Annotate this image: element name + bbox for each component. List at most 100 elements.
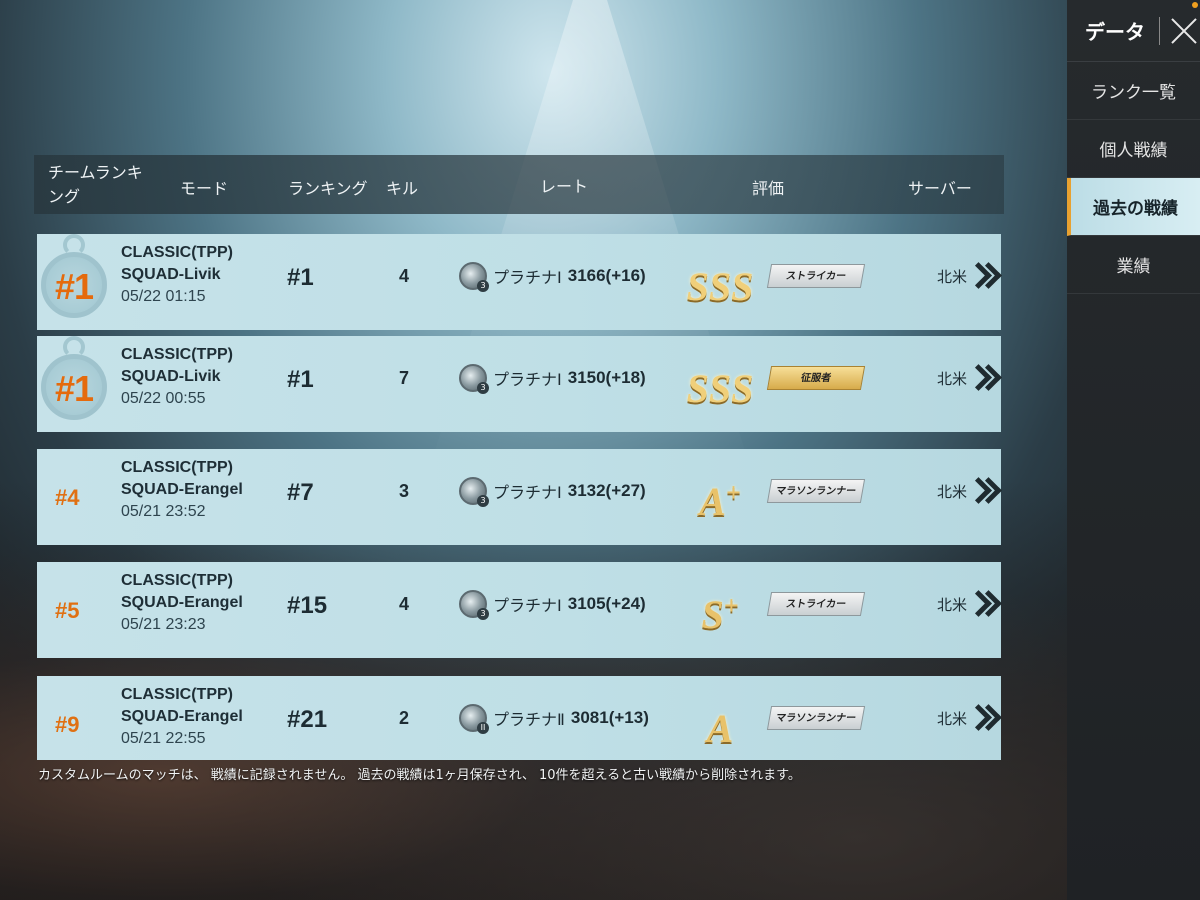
team-rank: #1 xyxy=(54,266,94,307)
server: 北米 xyxy=(937,268,968,286)
grade-icon: S+ xyxy=(677,578,763,643)
tier-name: プラチナⅠ xyxy=(493,483,562,502)
rate-score: 3150(+18) xyxy=(567,368,646,387)
kills: 4 xyxy=(399,266,410,286)
grade-icon: A xyxy=(677,692,763,757)
ranking: #1 xyxy=(287,366,314,393)
kills: 2 xyxy=(399,708,410,728)
grade-plus: + xyxy=(725,478,741,507)
header-divider xyxy=(1159,16,1160,45)
chevron-right-icon[interactable] xyxy=(969,590,999,618)
rate-score: 3105(+24) xyxy=(567,594,646,613)
platinum-tier-icon: 3 xyxy=(459,364,489,394)
kills: 3 xyxy=(399,481,410,501)
mode-info: CLASSIC(TPP) SQUAD-Erangel 05/21 22:55 xyxy=(121,684,243,750)
tier-level: 3 xyxy=(477,608,489,620)
grade-letter: A xyxy=(706,706,734,751)
chevron-right-icon[interactable] xyxy=(969,704,999,732)
server: 北米 xyxy=(937,370,968,388)
match-row[interactable]: #1 CLASSIC(TPP) SQUAD-Livik 05/22 00:55 … xyxy=(37,336,1001,432)
grade-icon: SSS xyxy=(677,352,763,417)
title-badge: ストライカー xyxy=(766,264,866,288)
ranking: #1 xyxy=(287,264,314,291)
mode-info: CLASSIC(TPP) SQUAD-Livik 05/22 01:15 xyxy=(121,242,233,308)
data-sidebar: データ ランク一覧 個人戦績 過去の戦績 業績 xyxy=(1067,0,1200,900)
match-date: 05/21 22:55 xyxy=(121,730,206,747)
grade-letter: A xyxy=(699,479,726,524)
match-date: 05/21 23:23 xyxy=(121,616,206,633)
header-kills: キル xyxy=(386,179,419,198)
rate: 3 プラチナⅠ 3132(+27) xyxy=(459,477,646,507)
mode-info: CLASSIC(TPP) SQUAD-Erangel 05/21 23:23 xyxy=(121,570,243,636)
grade-plus: + xyxy=(723,591,739,620)
mode-name: CLASSIC(TPP) xyxy=(121,686,233,703)
mode-name: CLASSIC(TPP) xyxy=(121,346,233,363)
kills: 7 xyxy=(399,368,410,388)
chevron-right-icon[interactable] xyxy=(969,477,999,505)
mode-name: CLASSIC(TPP) xyxy=(121,459,233,476)
tier-level: 3 xyxy=(477,495,489,507)
map-name: SQUAD-Livik xyxy=(121,368,221,385)
sidebar-item-label: 業績 xyxy=(1116,257,1151,277)
mode-info: CLASSIC(TPP) SQUAD-Erangel 05/21 23:52 xyxy=(121,457,243,523)
sidebar-item-past-records[interactable]: 過去の戦績 xyxy=(1067,178,1200,236)
team-rank: #5 xyxy=(55,598,80,623)
rate: 3 プラチナⅠ 3105(+24) xyxy=(459,590,646,620)
header-server: サーバー xyxy=(908,179,972,198)
map-name: SQUAD-Erangel xyxy=(121,481,243,498)
ranking: #21 xyxy=(287,706,328,733)
server: 北米 xyxy=(937,710,968,728)
platinum-tier-icon: 3 xyxy=(459,477,489,507)
team-rank: #9 xyxy=(55,712,80,737)
title-badge: マラソンランナー xyxy=(766,479,866,503)
platinum-tier-icon: 3 xyxy=(459,590,489,620)
tier-name: プラチナⅠ xyxy=(493,596,562,615)
match-row[interactable]: #4 CLASSIC(TPP) SQUAD-Erangel 05/21 23:5… xyxy=(37,449,1001,545)
server: 北米 xyxy=(937,596,968,614)
match-date: 05/22 01:15 xyxy=(121,288,206,305)
sidebar-item-rank-list[interactable]: ランク一覧 xyxy=(1067,62,1200,120)
title-badge: マラソンランナー xyxy=(766,706,866,730)
rate: 3 プラチナⅠ 3166(+16) xyxy=(459,262,646,292)
notification-dot xyxy=(1192,2,1198,8)
grade-letter: SSS xyxy=(686,264,754,309)
rate-score: 3132(+27) xyxy=(567,481,646,500)
sidebar-item-achievements[interactable]: 業績 xyxy=(1067,236,1200,294)
kills: 4 xyxy=(399,594,410,614)
row-clip: #9 CLASSIC(TPP) SQUAD-Erangel 05/21 22:5… xyxy=(37,676,1001,760)
team-rank: #1 xyxy=(54,368,94,409)
ranking: #15 xyxy=(287,592,328,619)
chevron-right-icon[interactable] xyxy=(969,262,999,290)
platinum-tier-icon: II xyxy=(459,704,489,734)
match-row[interactable]: #1 CLASSIC(TPP) SQUAD-Livik 05/22 01:15 … xyxy=(37,234,1001,330)
grade-icon: A+ xyxy=(677,465,763,530)
title-badge: 征服者 xyxy=(766,366,866,390)
rate-score: 3166(+16) xyxy=(567,266,646,285)
rate: II プラチナⅡ 3081(+13) xyxy=(459,704,649,734)
header-mode: モード xyxy=(180,179,229,198)
sidebar-item-label: 個人戦績 xyxy=(1099,141,1168,161)
first-place-medal-icon: #1 xyxy=(41,336,107,426)
grade-letter: SSS xyxy=(686,366,754,411)
tier-level: 3 xyxy=(477,280,489,292)
match-row[interactable]: #9 CLASSIC(TPP) SQUAD-Erangel 05/21 22:5… xyxy=(37,676,1001,760)
title-badge: ストライカー xyxy=(766,592,866,616)
sidebar-item-label: ランク一覧 xyxy=(1091,83,1176,103)
tier-name: プラチナⅠ xyxy=(493,370,562,389)
chevron-right-icon[interactable] xyxy=(969,364,999,392)
team-rank: #4 xyxy=(55,485,80,510)
map-name: SQUAD-Livik xyxy=(121,266,221,283)
tier-name: プラチナⅡ xyxy=(493,710,565,729)
tier-level: 3 xyxy=(477,382,489,394)
sidebar-item-label: 過去の戦績 xyxy=(1093,199,1178,219)
map-name: SQUAD-Erangel xyxy=(121,594,243,611)
sidebar-header: データ xyxy=(1067,0,1200,62)
sidebar-item-personal-stats[interactable]: 個人戦績 xyxy=(1067,120,1200,178)
header-evaluation: 評価 xyxy=(752,179,785,198)
header-rate: レート xyxy=(540,177,589,196)
match-row[interactable]: #5 CLASSIC(TPP) SQUAD-Erangel 05/21 23:2… xyxy=(37,562,1001,658)
rate-score: 3081(+13) xyxy=(570,708,649,727)
grade-letter: S xyxy=(701,592,724,637)
close-icon[interactable] xyxy=(1170,17,1198,45)
footer-note: カスタムルームのマッチは、 戦績に記録されません。 過去の戦績は1ヶ月保存され、… xyxy=(38,768,801,783)
